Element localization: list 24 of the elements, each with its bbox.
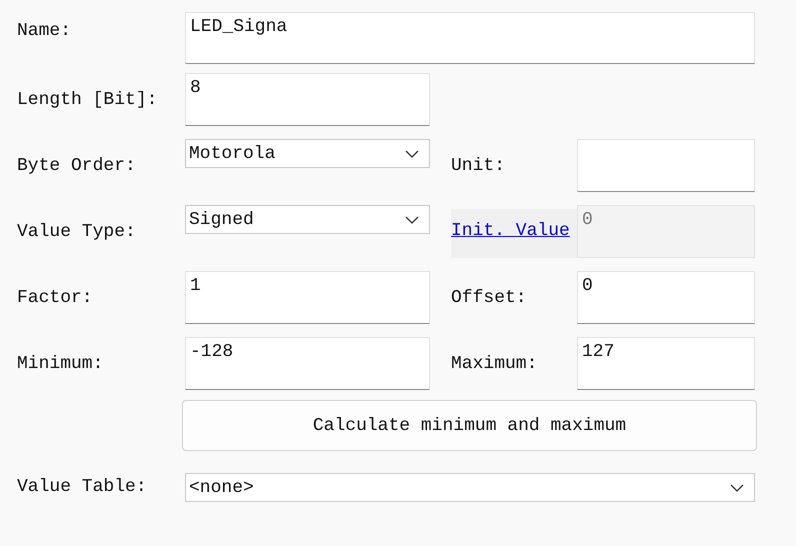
offset-field[interactable]: 0 xyxy=(577,271,755,324)
field-label: Name: xyxy=(17,21,72,41)
field-label: Minimum: xyxy=(17,354,104,374)
field-label: Unit: xyxy=(451,156,506,176)
field-label: Offset: xyxy=(451,288,528,308)
field-label: Length [Bit]: xyxy=(17,90,158,110)
field-label: Value Type: xyxy=(17,222,137,242)
name-field[interactable]: LED_Signa xyxy=(185,12,755,64)
factor-field[interactable]: 1 xyxy=(185,271,430,324)
chevron-down-icon xyxy=(405,150,419,158)
field-label: Byte Order: xyxy=(17,156,137,176)
length-field[interactable]: 8 xyxy=(185,73,430,126)
value-type-dropdown[interactable]: Signed xyxy=(185,205,430,234)
field-label: Factor: xyxy=(17,288,94,308)
chevron-down-icon xyxy=(405,216,419,224)
minimum-field[interactable]: -128 xyxy=(185,337,430,390)
calculate-button[interactable]: Calculate minimum and maximum xyxy=(182,400,757,451)
unit-field[interactable] xyxy=(577,139,755,192)
chevron-down-icon xyxy=(730,484,744,492)
byte-order-dropdown[interactable]: Motorola xyxy=(185,139,430,168)
maximum-field[interactable]: 127 xyxy=(577,337,755,390)
value-table-dropdown[interactable]: <none> xyxy=(185,473,755,502)
field-label: Value Table: xyxy=(17,477,148,497)
field-label: Maximum: xyxy=(451,354,538,374)
